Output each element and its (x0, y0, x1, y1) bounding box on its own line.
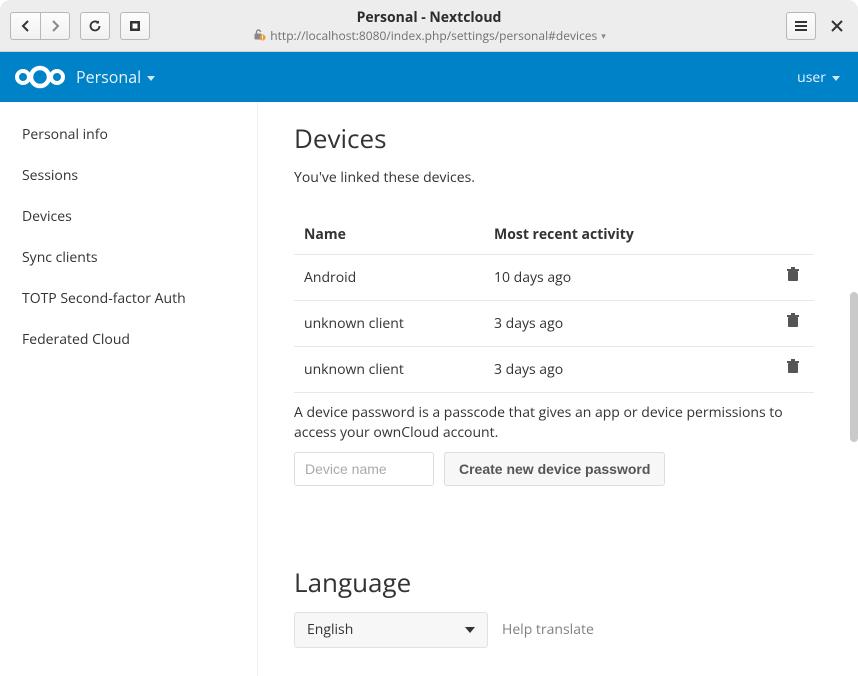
trash-icon (786, 313, 800, 329)
user-menu[interactable]: user (797, 68, 840, 87)
nextcloud-logo-icon (10, 62, 70, 92)
sidebar-item-federated-cloud[interactable]: Federated Cloud (0, 319, 257, 360)
caret-down-icon (465, 627, 475, 633)
sidebar-item-label: Sync clients (22, 248, 98, 267)
language-selected: English (307, 620, 353, 639)
device-password-help: A device password is a passcode that giv… (294, 403, 814, 444)
reload-icon (88, 19, 102, 33)
insecure-icon (252, 28, 266, 42)
reload-button[interactable] (80, 12, 110, 40)
chevron-right-icon (50, 20, 60, 32)
menu-button[interactable] (786, 12, 816, 40)
sidebar-item-personal-info[interactable]: Personal info (0, 114, 257, 155)
sidebar: Personal info Sessions Devices Sync clie… (0, 102, 258, 676)
back-button[interactable] (10, 12, 40, 40)
url-caret-icon: ▾ (601, 29, 606, 42)
hamburger-icon (794, 20, 808, 32)
cell-name: unknown client (294, 301, 494, 347)
cell-activity: 10 days ago (494, 255, 774, 301)
col-name: Name (294, 215, 494, 255)
language-select[interactable]: English (294, 612, 488, 648)
cell-name: unknown client (294, 347, 494, 393)
help-translate-link[interactable]: Help translate (502, 620, 594, 639)
content-area: Devices You've linked these devices. Nam… (258, 102, 858, 676)
devices-table: Name Most recent activity Android 10 day… (294, 215, 814, 393)
language-heading: Language (294, 564, 814, 600)
caret-down-icon (147, 76, 155, 81)
sidebar-item-label: Sessions (22, 166, 78, 185)
devices-heading: Devices (294, 120, 814, 156)
window-title: Personal - Nextcloud (357, 8, 502, 27)
nav-button-group (10, 12, 70, 40)
chevron-left-icon (21, 20, 31, 32)
sidebar-item-label: Federated Cloud (22, 330, 130, 349)
url-row: http://localhost:8080/index.php/settings… (252, 27, 605, 44)
window-close-button[interactable] (826, 15, 848, 37)
create-device-password-button[interactable]: Create new device password (444, 452, 665, 486)
trash-icon (786, 267, 800, 283)
home-icon (128, 19, 142, 33)
delete-device-button[interactable] (786, 359, 804, 375)
app-header: Personal user (0, 52, 858, 102)
cell-activity: 3 days ago (494, 347, 774, 393)
caret-down-icon (832, 76, 840, 81)
col-activity: Most recent activity (494, 215, 774, 255)
app-body: Personal info Sessions Devices Sync clie… (0, 102, 858, 676)
table-row: Android 10 days ago (294, 255, 814, 301)
home-button[interactable] (120, 12, 150, 40)
forward-button[interactable] (40, 12, 70, 40)
sidebar-item-sync-clients[interactable]: Sync clients (0, 237, 257, 278)
sidebar-item-label: Personal info (22, 125, 108, 144)
trash-icon (786, 359, 800, 375)
url-text: http://localhost:8080/index.php/settings… (270, 27, 597, 44)
sidebar-item-sessions[interactable]: Sessions (0, 155, 257, 196)
table-row: unknown client 3 days ago (294, 301, 814, 347)
table-row: unknown client 3 days ago (294, 347, 814, 393)
delete-device-button[interactable] (786, 313, 804, 329)
sidebar-item-totp[interactable]: TOTP Second-factor Auth (0, 278, 257, 319)
device-name-input[interactable] (294, 452, 434, 486)
close-icon (830, 19, 844, 33)
delete-device-button[interactable] (786, 267, 804, 283)
app-logo[interactable] (10, 62, 76, 92)
devices-subtext: You've linked these devices. (294, 168, 814, 187)
section-label: Personal (76, 66, 141, 88)
col-actions (774, 215, 814, 255)
cell-name: Android (294, 255, 494, 301)
sidebar-item-devices[interactable]: Devices (0, 196, 257, 237)
browser-chrome: Personal - Nextcloud http://localhost:80… (0, 0, 858, 52)
sidebar-item-label: TOTP Second-factor Auth (22, 289, 186, 308)
scrollbar-thumb[interactable] (850, 292, 858, 442)
sidebar-item-label: Devices (22, 207, 72, 226)
section-dropdown[interactable]: Personal (76, 66, 155, 88)
cell-activity: 3 days ago (494, 301, 774, 347)
user-label: user (797, 68, 826, 87)
